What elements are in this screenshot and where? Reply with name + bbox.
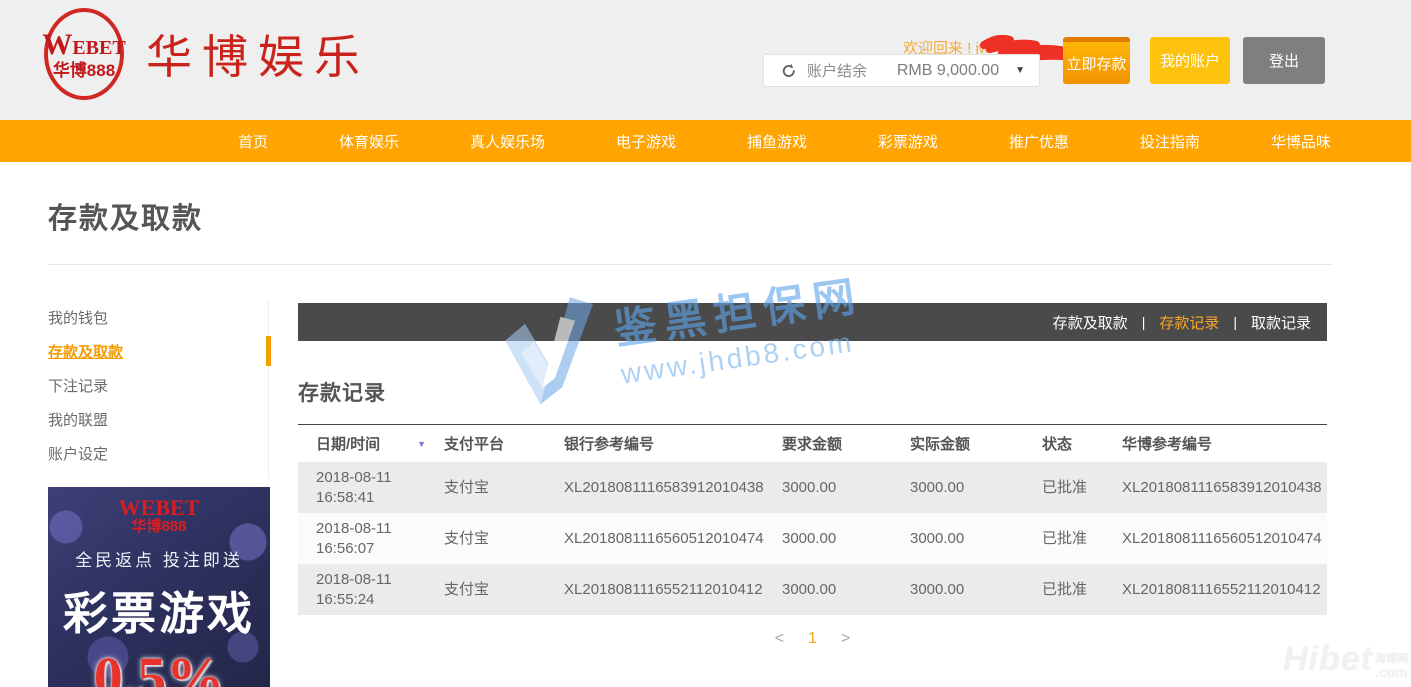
banner-rate: 0.5% xyxy=(94,644,225,687)
page-root: WEBET 华博888 华博娱乐 欢迎回来 ! jw 账户结余 RMB 9,00… xyxy=(0,0,1411,687)
section-title: 存款记录 xyxy=(298,377,1327,407)
banner-logo-brand: WEBET xyxy=(119,497,200,519)
pagination-next[interactable]: > xyxy=(841,630,850,648)
sidebar-item-label[interactable]: 存款及取款 xyxy=(48,341,123,362)
sidebar-item-wallet[interactable]: 我的钱包 xyxy=(48,300,268,334)
panel-tab-bar: 存款及取款 | 存款记录 | 取款记录 xyxy=(298,303,1327,341)
table-row: 2018-08-11 16:58:41 支付宝 XL20180811165839… xyxy=(298,462,1327,513)
cell-bank-ref: XL2018081116583912010438 xyxy=(564,478,782,498)
nav-item-lottery[interactable]: 彩票游戏 xyxy=(878,131,938,152)
balance-value: RMB 9,000.00 xyxy=(897,62,999,80)
cell-webet-ref: XL2018081116560512010474 xyxy=(1122,529,1327,549)
main-panel: 存款及取款 | 存款记录 | 取款记录 存款记录 日期/时间 ▼ 支付平台 银行… xyxy=(298,303,1327,648)
nav-item-webet-style[interactable]: 华博品味 xyxy=(1271,131,1331,152)
deposit-records-table: 日期/时间 ▼ 支付平台 银行参考编号 要求金额 实际金额 状态 华博参考编号 … xyxy=(298,424,1327,615)
cell-requested: 3000.00 xyxy=(782,580,910,600)
logo-sub-text: 华博888 xyxy=(53,62,115,79)
table-header-row: 日期/时间 ▼ 支付平台 银行参考编号 要求金额 实际金额 状态 华博参考编号 xyxy=(298,424,1327,462)
cell-status: 已批准 xyxy=(1042,580,1122,600)
promo-banner-lottery[interactable]: WEBET 华博888 全民返点 投注即送 彩票游戏 0.5% xyxy=(48,487,270,687)
cell-webet-ref: XL2018081116583912010438 xyxy=(1122,478,1327,498)
sidebar-item-label[interactable]: 我的联盟 xyxy=(48,409,108,430)
cell-status: 已批准 xyxy=(1042,478,1122,498)
cell-platform: 支付宝 xyxy=(444,478,564,498)
tab-deposit-records[interactable]: 存款记录 xyxy=(1159,312,1219,333)
tab-separator: | xyxy=(1142,314,1146,330)
active-item-marker xyxy=(266,336,271,366)
sidebar-item-label[interactable]: 我的钱包 xyxy=(48,307,108,328)
title-divider xyxy=(48,264,1333,265)
nav-item-fishing[interactable]: 捕鱼游戏 xyxy=(747,131,807,152)
nav-item-live-casino[interactable]: 真人娱乐场 xyxy=(470,131,545,152)
cell-actual: 3000.00 xyxy=(910,529,1042,549)
sidebar-item-label[interactable]: 账户设定 xyxy=(48,443,108,464)
balance-label: 账户结余 xyxy=(807,60,867,81)
banner-title: 彩票游戏 xyxy=(63,577,255,642)
cell-actual: 3000.00 xyxy=(910,580,1042,600)
nav-item-slots[interactable]: 电子游戏 xyxy=(616,131,676,152)
cell-status: 已批准 xyxy=(1042,529,1122,549)
pagination-page-1[interactable]: 1 xyxy=(808,630,817,648)
site-logo[interactable]: WEBET 华博888 华博娱乐 xyxy=(44,8,370,100)
sort-desc-icon[interactable]: ▼ xyxy=(417,439,426,449)
logo-brand-text: WEBET xyxy=(42,30,125,60)
cell-platform: 支付宝 xyxy=(444,529,564,549)
cell-platform: 支付宝 xyxy=(444,580,564,600)
cell-requested: 3000.00 xyxy=(782,529,910,549)
tab-separator: | xyxy=(1233,314,1237,330)
sidebar: 我的钱包 存款及取款 下注记录 我的联盟 账户设定 xyxy=(48,300,269,478)
sidebar-item-deposit-withdraw[interactable]: 存款及取款 xyxy=(48,334,268,368)
cell-actual: 3000.00 xyxy=(910,478,1042,498)
balance-widget[interactable]: 账户结余 RMB 9,000.00 ▼ xyxy=(763,54,1040,87)
header-platform: 支付平台 xyxy=(444,433,564,454)
cell-requested: 3000.00 xyxy=(782,478,910,498)
main-nav: 首页 体育娱乐 真人娱乐场 电子游戏 捕鱼游戏 彩票游戏 推广优惠 投注指南 华… xyxy=(0,120,1411,162)
nav-item-home[interactable]: 首页 xyxy=(238,131,268,152)
my-account-button[interactable]: 我的账户 xyxy=(1150,37,1230,84)
header-requested-amount: 要求金额 xyxy=(782,433,910,454)
page-title: 存款及取款 xyxy=(48,195,203,237)
nav-item-promotions[interactable]: 推广优惠 xyxy=(1009,131,1069,152)
pagination-prev[interactable]: < xyxy=(775,630,784,648)
table-row: 2018-08-11 16:55:24 支付宝 XL20180811165521… xyxy=(298,564,1327,615)
banner-logo: WEBET 华博888 xyxy=(119,497,200,534)
refresh-icon[interactable] xyxy=(781,63,797,79)
cell-datetime: 2018-08-11 16:55:24 xyxy=(316,570,444,610)
logout-button[interactable]: 登出 xyxy=(1243,37,1325,84)
logo-circle: WEBET 华博888 xyxy=(44,8,124,100)
cell-webet-ref: XL2018081116552112010412 xyxy=(1122,580,1327,600)
chevron-down-icon[interactable]: ▼ xyxy=(1015,65,1025,76)
sidebar-item-bet-records[interactable]: 下注记录 xyxy=(48,368,268,402)
header-datetime[interactable]: 日期/时间 ▼ xyxy=(316,433,444,454)
pagination: < 1 > xyxy=(298,630,1327,648)
sidebar-item-label[interactable]: 下注记录 xyxy=(48,375,108,396)
tab-withdraw-records[interactable]: 取款记录 xyxy=(1251,312,1311,333)
banner-tagline: 全民返点 投注即送 xyxy=(75,546,243,571)
cell-datetime: 2018-08-11 16:56:07 xyxy=(316,519,444,559)
header-status: 状态 xyxy=(1042,433,1122,454)
nav-item-betting-guide[interactable]: 投注指南 xyxy=(1140,131,1200,152)
header-webet-ref: 华博参考编号 xyxy=(1122,433,1327,454)
sidebar-item-affiliate[interactable]: 我的联盟 xyxy=(48,402,268,436)
banner-logo-sub: 华博888 xyxy=(119,519,200,534)
cell-bank-ref: XL2018081116560512010474 xyxy=(564,529,782,549)
table-row: 2018-08-11 16:56:07 支付宝 XL20180811165605… xyxy=(298,513,1327,564)
tab-deposit-withdraw[interactable]: 存款及取款 xyxy=(1053,312,1128,333)
site-header: WEBET 华博888 华博娱乐 欢迎回来 ! jw 账户结余 RMB 9,00… xyxy=(0,0,1411,120)
cell-datetime: 2018-08-11 16:58:41 xyxy=(316,468,444,508)
deposit-now-button[interactable]: 立即存款 xyxy=(1063,37,1130,84)
cell-bank-ref: XL2018081116552112010412 xyxy=(564,580,782,600)
nav-item-sports[interactable]: 体育娱乐 xyxy=(339,131,399,152)
header-actual-amount: 实际金额 xyxy=(910,433,1042,454)
header-bank-ref: 银行参考编号 xyxy=(564,433,782,454)
main-nav-list: 首页 体育娱乐 真人娱乐场 电子游戏 捕鱼游戏 彩票游戏 推广优惠 投注指南 华… xyxy=(238,120,1331,162)
sidebar-item-account-settings[interactable]: 账户设定 xyxy=(48,436,268,470)
logo-site-name: 华博娱乐 xyxy=(146,21,370,87)
